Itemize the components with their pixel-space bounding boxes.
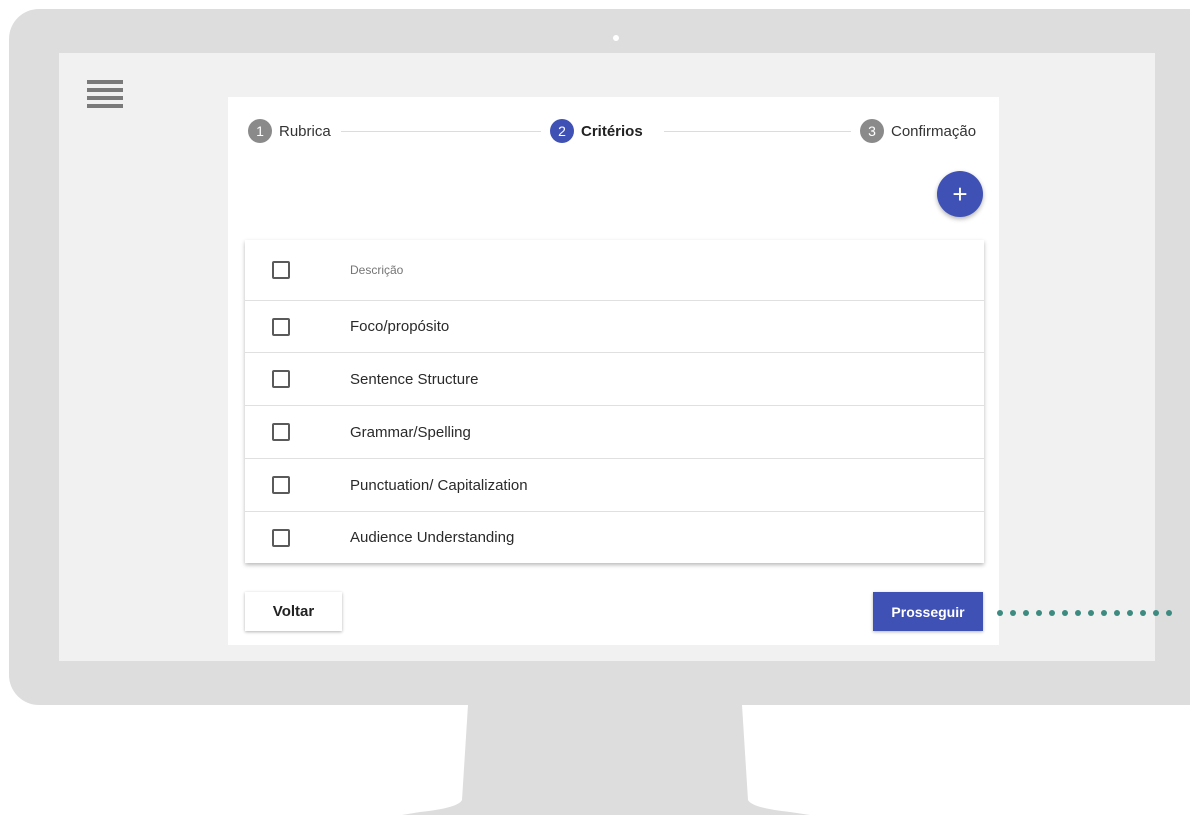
camera-dot <box>613 35 619 41</box>
row-checkbox[interactable] <box>272 528 290 547</box>
step-confirmacao[interactable]: 3 Confirmação <box>860 119 976 143</box>
table-row[interactable]: Grammar/Spelling <box>245 406 984 459</box>
row-description: Sentence Structure <box>350 370 479 388</box>
row-checkbox[interactable] <box>272 317 290 336</box>
step-number: 2 <box>550 119 574 143</box>
step-criterios[interactable]: 2 Critérios <box>550 119 643 143</box>
stepper: 1 Rubrica 2 Critérios 3 Confirmação <box>228 97 999 163</box>
step-number: 1 <box>248 119 272 143</box>
hamburger-menu-icon[interactable] <box>87 80 123 108</box>
table-row[interactable]: Audience Understanding <box>245 512 984 563</box>
continue-button[interactable]: Prosseguir <box>873 592 983 631</box>
step-label: Confirmação <box>891 122 977 140</box>
row-description: Audience Understanding <box>350 529 515 546</box>
row-description: Grammar/Spelling <box>350 423 471 441</box>
add-criterion-button[interactable]: + <box>937 171 983 217</box>
step-number: 3 <box>860 119 884 143</box>
step-connector <box>664 131 851 132</box>
table-row[interactable]: Punctuation/ Capitalization <box>245 459 984 512</box>
step-label: Rubrica <box>279 122 331 140</box>
step-label: Critérios <box>581 122 643 140</box>
wizard-card: 1 Rubrica 2 Critérios 3 Confirmação + De… <box>228 97 999 645</box>
row-description: Punctuation/ Capitalization <box>350 476 528 494</box>
back-button[interactable]: Voltar <box>245 592 342 631</box>
table-row[interactable]: Foco/propósito <box>245 301 984 353</box>
table-row[interactable]: Sentence Structure <box>245 353 984 406</box>
app-screen: 1 Rubrica 2 Critérios 3 Confirmação + De… <box>59 53 1155 661</box>
step-connector <box>341 131 541 132</box>
row-checkbox[interactable] <box>272 476 290 494</box>
row-checkbox[interactable] <box>272 423 290 441</box>
column-header-descricao: Descrição <box>350 263 404 277</box>
select-all-checkbox[interactable] <box>272 261 290 279</box>
row-description: Foco/propósito <box>350 318 450 335</box>
dotted-connector <box>997 610 1172 616</box>
table-header: Descrição <box>245 240 984 301</box>
row-checkbox[interactable] <box>272 370 290 388</box>
plus-icon: + <box>952 178 968 209</box>
step-rubrica[interactable]: 1 Rubrica <box>248 119 331 143</box>
criteria-table: Descrição Foco/propósito Sentence Struct… <box>245 240 984 563</box>
